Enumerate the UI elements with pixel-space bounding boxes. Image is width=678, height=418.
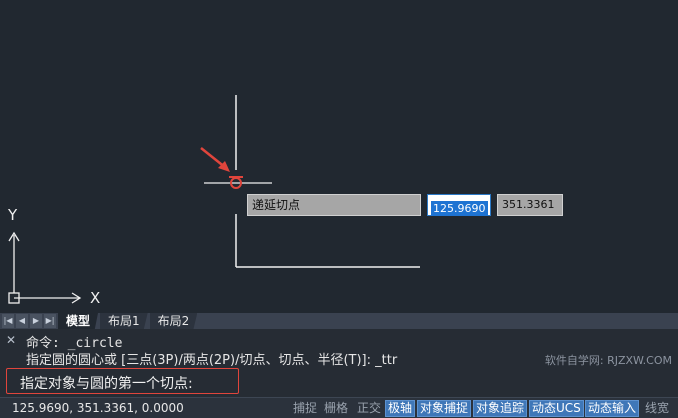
ucs-x-label: X [90,289,101,307]
status-bar: 125.9690, 351.3361, 0.0000 捕捉 栅格 正交 极轴 对… [0,397,678,418]
layout-tab-bar: |◀ ◀ ▶ ▶| 模型 布局1 布局2 [0,313,678,329]
watermark: 软件自学网: RJZXW.COM [544,354,672,367]
dynamic-input-y-field[interactable]: 351.3361 [497,194,563,216]
snap-toggle[interactable]: 捕捉 [291,400,319,417]
next-tab-icon[interactable]: ▶ [30,314,42,328]
command-prompt[interactable]: 指定对象与圆的第一个切点: [20,373,193,393]
tab-layout2[interactable]: 布局2 [149,313,198,329]
dynamic-input-prompt: 递延切点 [247,194,421,216]
cursor-coordinates: 125.9690, 351.3361, 0.0000 [12,401,184,415]
tab-model[interactable]: 模型 [58,313,99,329]
first-tab-icon[interactable]: |◀ [2,314,14,328]
osnap-toggle[interactable]: 对象捕捉 [417,400,472,417]
last-tab-icon[interactable]: ▶| [44,314,56,328]
drawing-canvas[interactable]: 递延切点 125.9690 351.3361 Y X [0,0,678,313]
command-window: ✕ 命令: _circle 指定圆的圆心或 [三点(3P)/两点(2P)/切点、… [0,329,678,397]
otrack-toggle[interactable]: 对象追踪 [473,400,528,417]
drawing-svg [8,95,420,304]
ucs-icon [8,231,82,304]
command-history-line: 指定圆的圆心或 [三点(3P)/两点(2P)/切点、切点、半径(T)]: _tt… [26,353,398,368]
ducs-toggle[interactable]: 动态UCS [529,400,584,417]
tab-layout1[interactable]: 布局1 [100,313,148,329]
ortho-toggle[interactable]: 正交 [355,400,383,417]
close-icon[interactable]: ✕ [6,333,16,347]
ucs-y-label: Y [8,206,18,224]
x-value: 125.9690 [431,201,488,216]
dynamic-input-x-field[interactable]: 125.9690 [427,194,491,216]
prev-tab-icon[interactable]: ◀ [16,314,28,328]
polar-toggle[interactable]: 极轴 [385,400,416,417]
annotation-arrow-icon [200,147,230,172]
dyn-toggle[interactable]: 动态输入 [585,400,640,417]
lineweight-toggle[interactable]: 线宽 [643,400,671,417]
grid-toggle[interactable]: 栅格 [322,400,350,417]
